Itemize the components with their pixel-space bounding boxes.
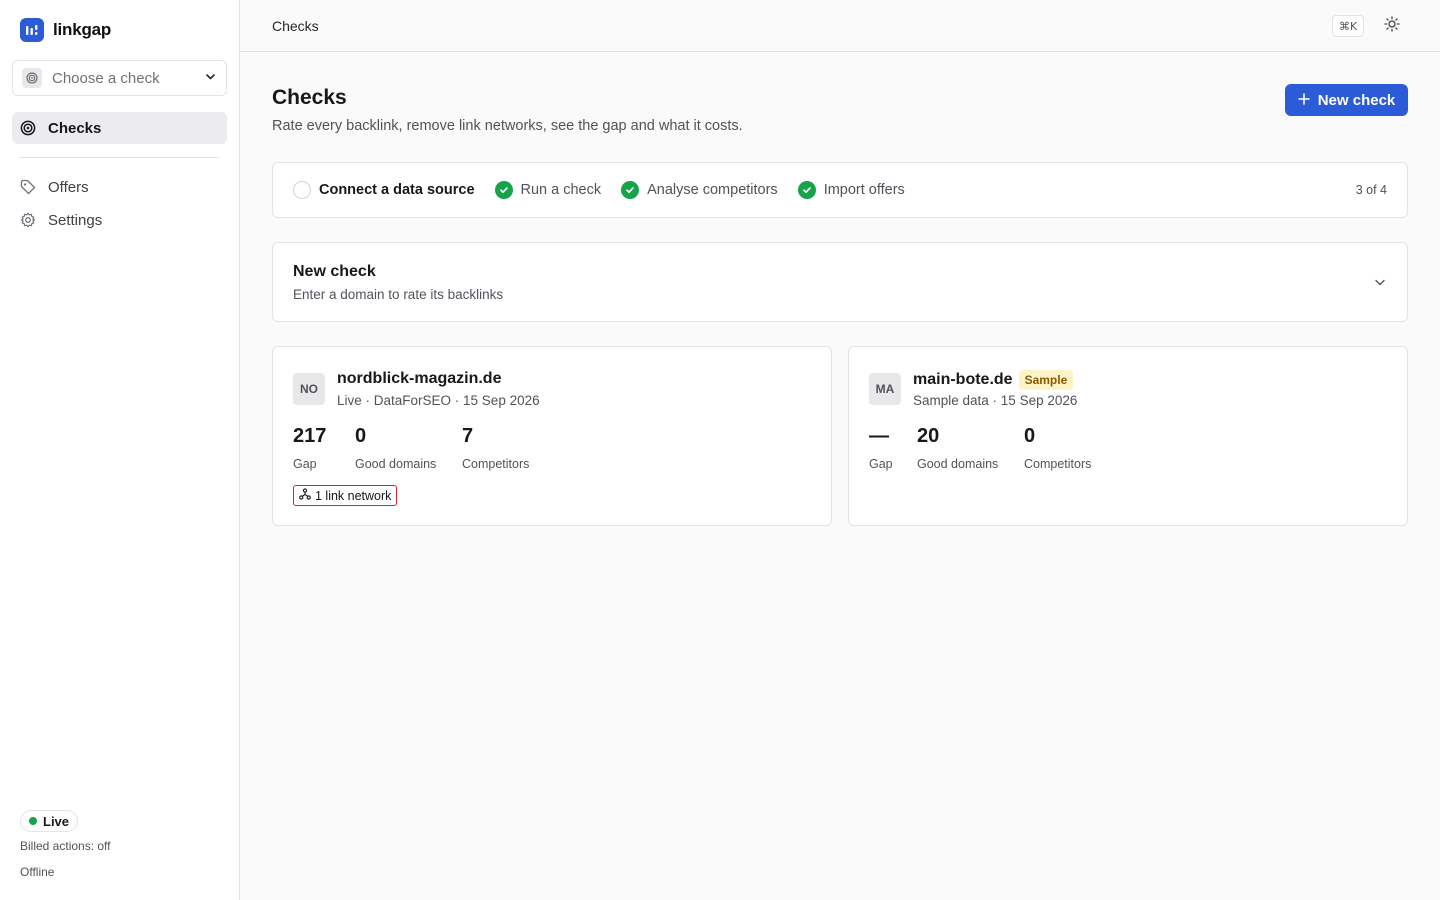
check-select-placeholder: Choose a check (52, 69, 160, 87)
stat-value: 0 (355, 425, 367, 447)
stat-value: 217 (293, 425, 327, 447)
step-analyse-competitors[interactable]: Analyse competitors (621, 181, 778, 199)
theme-toggle-button[interactable] (1382, 15, 1402, 37)
status-label: Live (43, 813, 70, 829)
topbar: Checks ⌘K (240, 0, 1440, 52)
check-meta: Sample data · 15 Sep 2026 (913, 393, 1078, 408)
check-circle-icon (494, 181, 513, 199)
check-domain-label: main-bote.de (913, 371, 1013, 388)
sidebar-item-offers[interactable]: Offers (12, 171, 227, 203)
check-card[interactable]: NO nordblick-magazin.de Live · DataForSE… (272, 346, 832, 526)
check-domain-label: nordblick-magazin.de (337, 370, 502, 387)
plus-icon (1297, 92, 1310, 109)
sample-badge: Sample (1018, 370, 1074, 390)
link-network-label: 1 link network (315, 488, 392, 503)
stat-competitors: 0 Competitors (1024, 425, 1091, 471)
onboarding-steps: Connect a data source Run a check Analys… (272, 162, 1408, 218)
target-icon (20, 120, 36, 136)
check-domain: nordblick-magazin.de (337, 370, 501, 388)
steps-progress: 3 of 4 (1355, 183, 1387, 197)
stat-gap: 217 Gap (293, 425, 326, 471)
step-connect-data-source[interactable]: Connect a data source (293, 181, 475, 199)
page-title: Checks (272, 86, 347, 109)
check-select[interactable]: Choose a check (12, 60, 227, 96)
empty-circle-icon (293, 181, 311, 199)
chevron-down-icon (205, 69, 216, 87)
stat-good-domains: 0 Good domains (355, 425, 436, 471)
new-check-panel-subtitle: Enter a domain to rate its backlinks (293, 287, 504, 302)
status-dot (29, 817, 37, 825)
stat-label: Good domains (917, 457, 999, 471)
breadcrumb: Checks (272, 18, 319, 34)
stat-label: Good domains (355, 457, 437, 471)
check-meta: Live · DataForSEO · 15 Sep 2026 (337, 393, 540, 408)
avatar: MA (869, 373, 901, 405)
step-run-check[interactable]: Run a check (494, 181, 602, 199)
stat-good-domains: 20 Good domains (917, 425, 998, 471)
page-subtitle: Rate every backlink, remove link network… (272, 118, 743, 134)
step-import-offers[interactable]: Import offers (797, 181, 905, 199)
stat-value: 20 (917, 425, 940, 447)
billed-actions-status: Billed actions: off (20, 839, 111, 853)
sidebar-item-label: Offers (48, 178, 89, 196)
connection-status: Offline (20, 865, 55, 879)
sun-icon (1384, 15, 1400, 37)
new-check-button[interactable]: New check (1285, 84, 1408, 116)
stat-value: 0 (1024, 425, 1036, 447)
step-label: Connect a data source (319, 182, 475, 198)
sidebar-item-settings[interactable]: Settings (12, 204, 227, 236)
command-palette-shortcut[interactable]: ⌘K (1332, 15, 1365, 37)
stat-label: Competitors (1024, 457, 1092, 471)
stat-label: Competitors (462, 457, 530, 471)
stat-value: — (869, 425, 889, 447)
nav-divider (20, 157, 219, 158)
new-check-panel[interactable]: New check Enter a domain to rate its bac… (272, 242, 1408, 322)
app-name: linkgap (53, 20, 112, 39)
step-label: Run a check (520, 182, 602, 198)
sidebar-item-label: Settings (48, 211, 103, 229)
target-icon (22, 68, 42, 88)
step-label: Analyse competitors (647, 182, 778, 198)
logo-icon (20, 18, 44, 42)
sidebar-item-checks[interactable]: Checks (12, 112, 227, 144)
status-badge: Live (20, 810, 79, 832)
brand[interactable]: linkgap (20, 18, 111, 42)
stat-competitors: 7 Competitors (462, 425, 529, 471)
check-card[interactable]: MA main-bote.de Sample Sample data · 15 … (848, 346, 1408, 526)
check-circle-icon (797, 181, 816, 199)
stat-label: Gap (869, 457, 893, 471)
stat-label: Gap (293, 457, 317, 471)
stat-gap: — Gap (869, 425, 893, 471)
gear-icon (20, 212, 36, 228)
network-icon (299, 488, 311, 503)
sidebar: linkgap Choose a check Checks Offers Set… (0, 0, 240, 900)
link-network-badge[interactable]: 1 link network (293, 485, 398, 506)
new-check-panel-title: New check (293, 263, 376, 280)
new-check-button-label: New check (1317, 91, 1396, 109)
tag-icon (20, 179, 36, 195)
step-label: Import offers (823, 182, 905, 198)
check-domain: main-bote.de Sample (913, 370, 1074, 390)
avatar: NO (293, 373, 325, 405)
check-circle-icon (621, 181, 640, 199)
stat-value: 7 (462, 425, 474, 447)
sidebar-item-label: Checks (48, 119, 102, 137)
chevron-down-icon[interactable] (1373, 275, 1387, 289)
